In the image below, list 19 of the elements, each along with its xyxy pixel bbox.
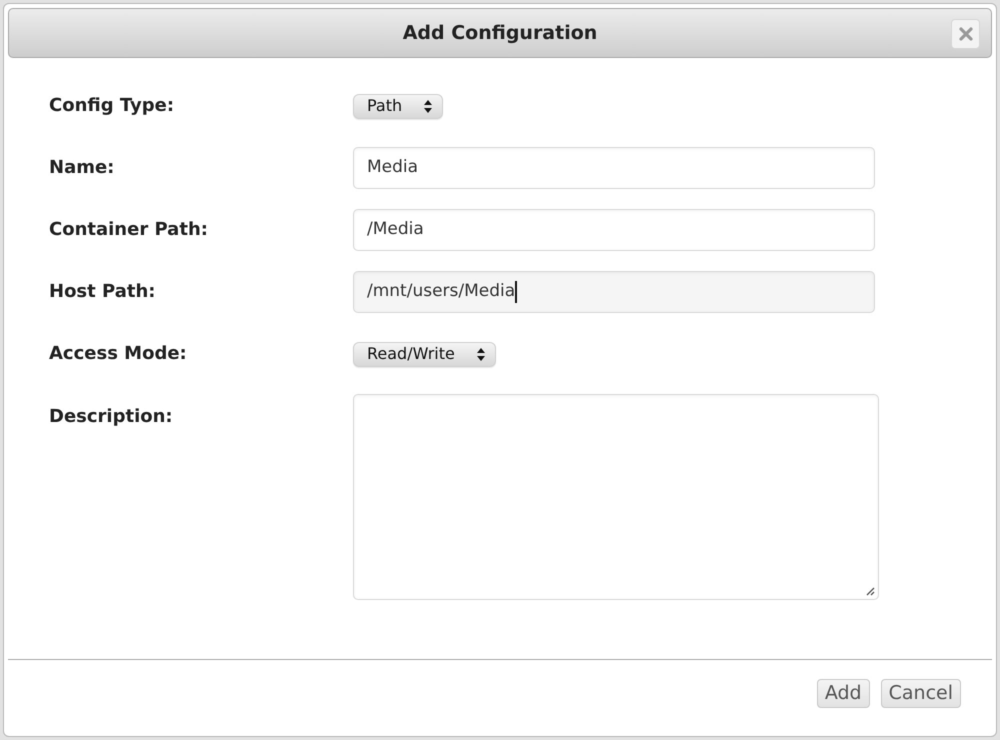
add-button[interactable]: Add: [816, 679, 870, 708]
field-label: Config Type:: [49, 95, 174, 116]
up-down-caret-icon: [476, 348, 485, 360]
field-label: Access Mode:: [49, 343, 187, 364]
resize-grip-icon[interactable]: [866, 587, 875, 596]
text-input-field[interactable]: /mnt/users/Media: [353, 271, 875, 313]
cancel-button[interactable]: Cancel: [880, 679, 961, 708]
dialog-title: Add Configuration: [402, 20, 598, 46]
field-label: Container Path:: [49, 219, 208, 240]
close-icon: [958, 27, 972, 41]
field-label: Host Path:: [49, 281, 156, 302]
close-button[interactable]: [951, 19, 980, 49]
up-down-caret-icon: [424, 100, 432, 112]
text-input-field[interactable]: /Media: [353, 209, 875, 251]
select-dropdown[interactable]: Path: [353, 94, 444, 118]
text-input-field[interactable]: Media: [353, 147, 875, 189]
field-label: Description:: [49, 406, 173, 427]
field-label: Name:: [49, 157, 114, 178]
select-dropdown[interactable]: Read/Write: [353, 342, 496, 366]
